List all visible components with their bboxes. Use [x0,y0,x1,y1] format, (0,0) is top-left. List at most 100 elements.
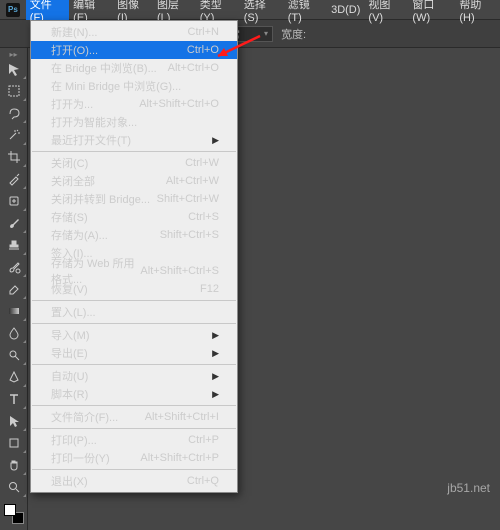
submenu-arrow-icon: ▶ [212,135,219,146]
menu-item[interactable]: 关闭全部 Alt+Ctrl+W [31,172,237,190]
menu-item[interactable]: 导出(E)▶ [31,344,237,362]
menu-item-label: 置入(L)... [51,304,96,320]
menu-item-label: 恢复(V) [51,281,88,297]
hand-tool[interactable] [1,454,27,476]
history-brush-tool[interactable] [1,256,27,278]
menubar: Ps 文件(F)编辑(E)图像(I)图层(L)类型(Y)选择(S)滤镜(T)3D… [0,0,500,20]
menu-item[interactable]: 存储(S)Ctrl+S [31,208,237,226]
menu-item[interactable]: 关闭(C)Ctrl+W [31,154,237,172]
submenu-arrow-icon: ▶ [212,330,219,341]
lasso-tool[interactable] [1,102,27,124]
menu-item-label: 新建(N)... [51,24,97,40]
menu-item-shortcut: Alt+Shift+Ctrl+S [140,265,219,277]
menu-滤镜[interactable]: 滤镜(T) [284,0,327,20]
menu-item[interactable]: 打印(P)... Ctrl+P [31,431,237,449]
menu-item-shortcut: Ctrl+O [187,44,219,56]
menu-item[interactable]: 存储为 Web 所用格式...Alt+Shift+Ctrl+S [31,262,237,280]
file-menu-dropdown: 新建(N)... Ctrl+N 打开(O)... Ctrl+O 在 Bridge 中浏览… [30,20,238,493]
brush-tool[interactable] [1,212,27,234]
menu-item-label: 打开(O)... [51,42,98,58]
menu-图层[interactable]: 图层(L) [153,0,196,20]
fgcolor-swatch[interactable] [4,504,16,516]
menu-item-shortcut: Alt+Ctrl+O [168,62,219,74]
menu-item[interactable]: 文件简介(F)... Alt+Shift+Ctrl+I [31,408,237,426]
menu-item[interactable]: 最近打开文件(T)▶ [31,131,237,149]
menu-item[interactable]: 新建(N)... Ctrl+N [31,23,237,41]
menu-item-shortcut: Alt+Shift+Ctrl+I [145,411,219,423]
pen-tool[interactable] [1,366,27,388]
menu-separator [32,323,236,324]
menu-separator [32,300,236,301]
submenu-arrow-icon: ▶ [212,389,219,400]
submenu-arrow-icon: ▶ [212,371,219,382]
menu-item-shortcut: Ctrl+W [185,157,219,169]
wand-tool[interactable] [1,124,27,146]
menu-item[interactable]: 在 Mini Bridge 中浏览(G)... [31,77,237,95]
menu-3d[interactable]: 3D(D) [327,0,364,20]
menu-separator [32,151,236,152]
menu-item-shortcut: Alt+Shift+Ctrl+O [139,98,219,110]
toolbox-handle[interactable]: ▸▸ [0,50,27,58]
menu-separator [32,364,236,365]
menu-item-shortcut: Alt+Ctrl+W [166,175,219,187]
app-logo: Ps [6,3,20,17]
menu-item-shortcut: Shift+Ctrl+S [160,229,219,241]
menu-item-label: 退出(X) [51,473,88,489]
menu-窗口[interactable]: 窗口(W) [408,0,455,20]
menu-item-label: 在 Mini Bridge 中浏览(G)... [51,78,181,94]
menu-item[interactable]: 打开(O)... Ctrl+O [31,41,237,59]
menu-item[interactable]: 在 Bridge 中浏览(B)... Alt+Ctrl+O [31,59,237,77]
menu-item[interactable]: 导入(M)▶ [31,326,237,344]
menu-item-label: 导出(E) [51,345,88,361]
menu-separator [32,469,236,470]
menu-item-shortcut: Ctrl+S [188,211,219,223]
menu-item[interactable]: 打开为智能对象... [31,113,237,131]
eyedropper-tool[interactable] [1,168,27,190]
menu-item-label: 文件简介(F)... [51,409,118,425]
watermark: jb51.net [447,481,490,495]
menu-类型[interactable]: 类型(Y) [196,0,240,20]
menu-item-label: 脚本(R) [51,386,88,402]
zoom-tool[interactable] [1,476,27,498]
menu-item-label: 关闭全部 [51,173,95,189]
toolbox: ▸▸ [0,48,28,530]
shape-tool[interactable] [1,432,27,454]
menu-item-shortcut: F12 [200,283,219,295]
menu-item[interactable]: 打印一份(Y)Alt+Shift+Ctrl+P [31,449,237,467]
marquee-tool[interactable] [1,80,27,102]
menu-item-label: 打印(P)... [51,432,97,448]
eraser-tool[interactable] [1,278,27,300]
menu-选择[interactable]: 选择(S) [240,0,284,20]
crop-tool[interactable] [1,146,27,168]
menu-item[interactable]: 自动(U)▶ [31,367,237,385]
menu-item-label: 打开为... [51,96,93,112]
heal-tool[interactable] [1,190,27,212]
menu-帮助[interactable]: 帮助(H) [455,0,500,20]
menu-item[interactable]: 脚本(R) ▶ [31,385,237,403]
move-tool[interactable] [1,58,27,80]
menu-文件[interactable]: 文件(F) [26,0,69,20]
menu-item-shortcut: Ctrl+N [188,26,219,38]
menu-编辑[interactable]: 编辑(E) [69,0,113,20]
gradient-tool[interactable] [1,300,27,322]
type-tool[interactable] [1,388,27,410]
menu-item-label: 关闭并转到 Bridge... [51,191,150,207]
color-swatch[interactable] [4,504,24,524]
menu-item[interactable]: 打开为... Alt+Shift+Ctrl+O [31,95,237,113]
menu-item-label: 在 Bridge 中浏览(B)... [51,60,157,76]
menu-item[interactable]: 存储为(A)... Shift+Ctrl+S [31,226,237,244]
path-select-tool[interactable] [1,410,27,432]
menu-item-label: 存储为(A)... [51,227,108,243]
menu-item[interactable]: 关闭并转到 Bridge...Shift+Ctrl+W [31,190,237,208]
menu-separator [32,428,236,429]
menu-图像[interactable]: 图像(I) [113,0,153,20]
blur-tool[interactable] [1,322,27,344]
menu-item[interactable]: 退出(X)Ctrl+Q [31,472,237,490]
menu-视图[interactable]: 视图(V) [364,0,408,20]
menu-item-shortcut: Ctrl+P [188,434,219,446]
stamp-tool[interactable] [1,234,27,256]
dodge-tool[interactable] [1,344,27,366]
menu-item[interactable]: 置入(L)... [31,303,237,321]
chevron-down-icon: ▾ [264,29,268,38]
width-label: 宽度: [281,26,306,42]
